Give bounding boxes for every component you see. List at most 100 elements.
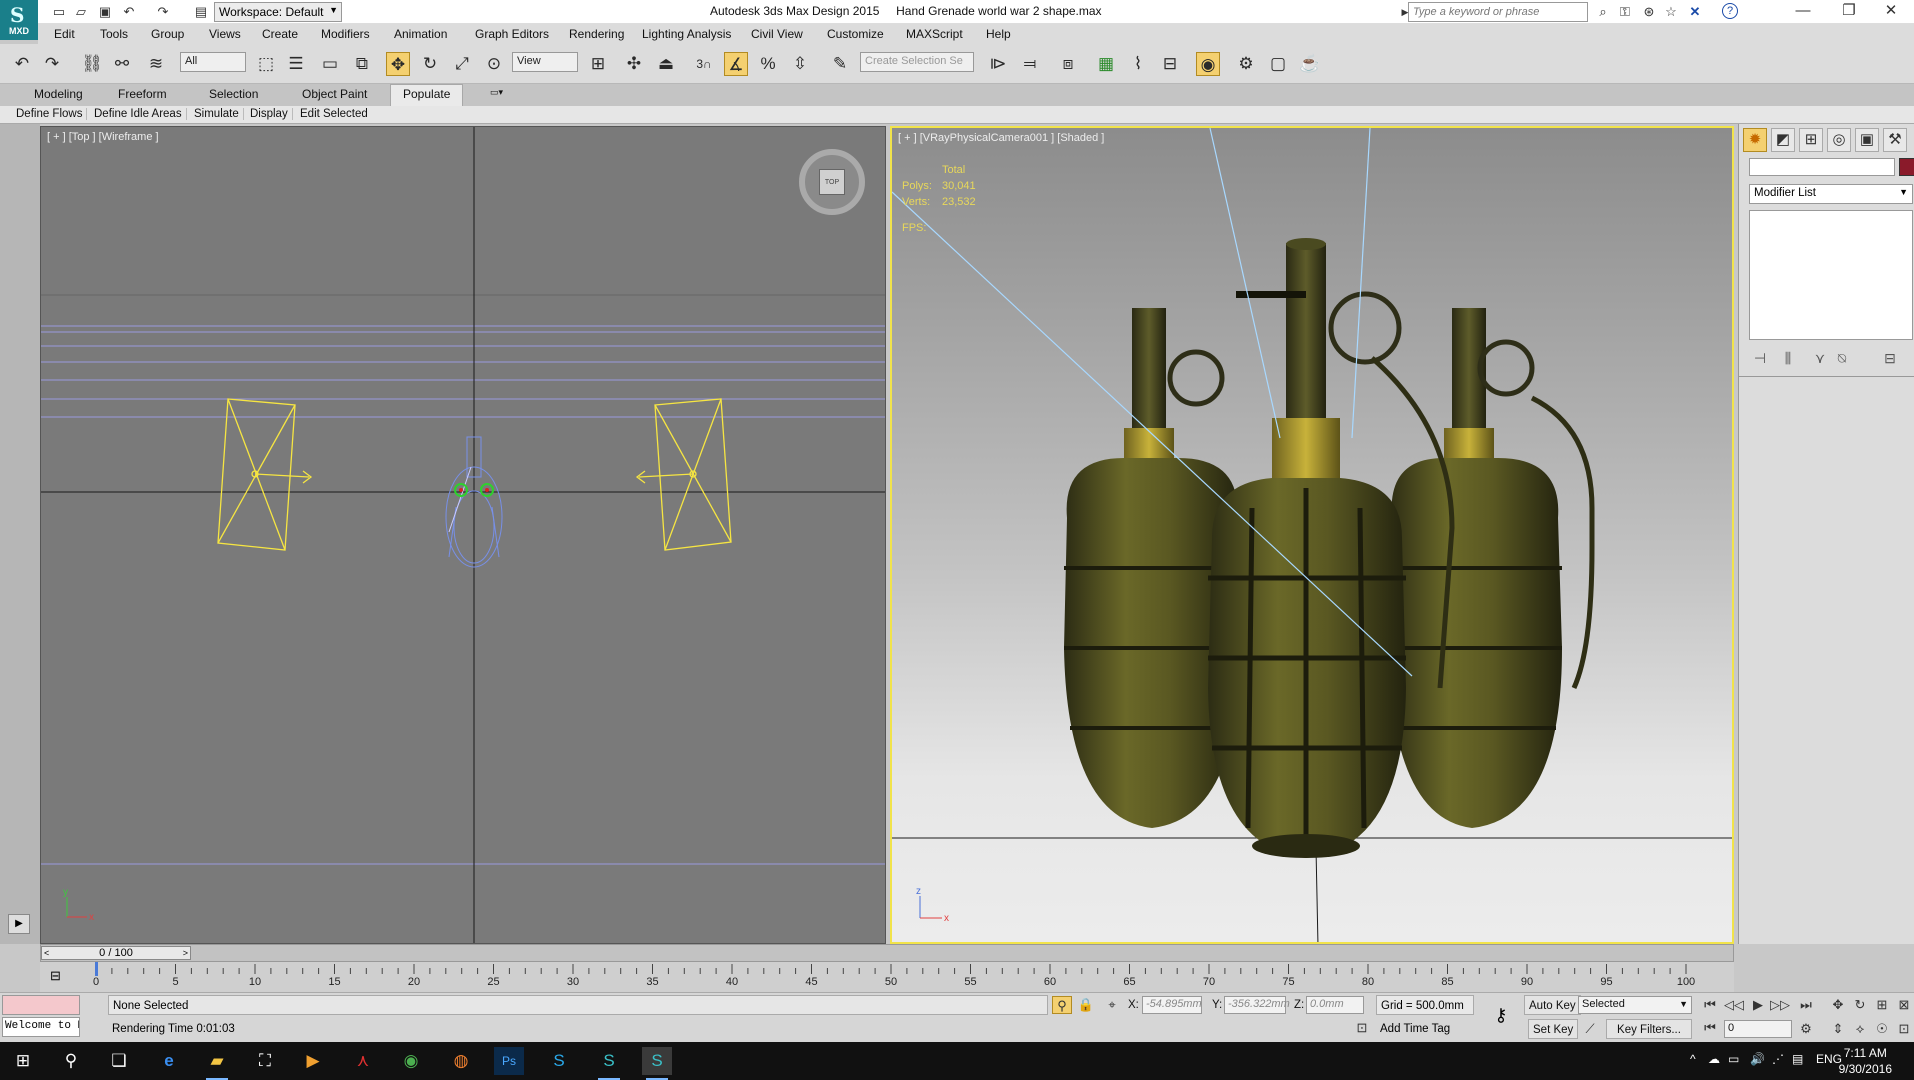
define-flows-button[interactable]: Define Flows (12, 108, 88, 120)
pin-stack-icon[interactable]: ⊣ (1749, 350, 1771, 370)
show-end-result-icon[interactable]: ⫼ (1777, 350, 1799, 370)
menu-create[interactable]: Create (262, 27, 298, 41)
add-time-tag[interactable]: Add Time Tag (1376, 1019, 1454, 1039)
rectangular-selection-icon[interactable]: ▭ (318, 52, 342, 76)
task-view-icon[interactable]: ❏ (104, 1047, 134, 1075)
maxscript-mini-listener-pink[interactable] (2, 995, 80, 1015)
go-to-start-icon[interactable]: ⏮ (1700, 996, 1720, 1014)
orbit-camera-icon[interactable]: ☉ (1872, 1020, 1892, 1038)
new-file-icon[interactable]: ▭ (50, 3, 68, 21)
time-slider-thumb[interactable]: < 0 / 100 > (41, 946, 191, 960)
edge-icon[interactable]: e (154, 1047, 184, 1075)
file-explorer-icon[interactable]: ▰ (202, 1047, 232, 1080)
set-key-mode-icon[interactable]: ⚷ (1486, 1005, 1516, 1029)
object-name-field[interactable] (1749, 158, 1895, 176)
binoculars-icon[interactable]: ⌕ (1594, 3, 1612, 21)
y-coordinate-field[interactable]: -356.322mm (1224, 996, 1290, 1014)
selection-filter-dropdown[interactable]: All (180, 52, 246, 72)
redo-icon[interactable]: ↷ (154, 3, 172, 21)
tab-selection[interactable]: Selection (209, 87, 258, 101)
modify-panel-icon[interactable]: ◩ (1771, 128, 1795, 152)
default-in-out-tangents-icon[interactable]: ⟋ (1580, 1020, 1600, 1038)
current-frame-field[interactable]: 0 (1724, 1020, 1792, 1038)
media-player-icon[interactable]: ▶ (298, 1047, 328, 1075)
save-file-icon[interactable]: ▣ (96, 3, 114, 21)
pan-icon[interactable]: ✥ (1828, 996, 1848, 1014)
placement-icon[interactable]: ⊙ (482, 52, 506, 76)
layer-manager-icon[interactable]: ⧈ (1056, 52, 1080, 76)
tab-populate[interactable]: Populate (390, 84, 464, 106)
menu-animation[interactable]: Animation (394, 27, 447, 41)
help-icon[interactable]: ? (1722, 3, 1738, 19)
menu-customize[interactable]: Customize (827, 27, 884, 41)
simulate-button[interactable]: Simulate (190, 108, 244, 120)
track-bar[interactable]: ⊟ 0 5 10 15 20 25 30 35 40 45 50 55 60 65 70 75 80 85 90 95… (40, 962, 1734, 992)
keyboard-shortcut-override-icon[interactable]: ⏏ (654, 52, 678, 76)
menu-rendering[interactable]: Rendering (569, 27, 624, 41)
select-object-icon[interactable]: ⬚ (254, 52, 278, 76)
key-mode-toggle-icon[interactable]: ⏮ (1700, 1019, 1720, 1037)
onedrive-icon[interactable]: ☁ (1708, 1052, 1720, 1066)
top-viewport-label[interactable]: [ + ] [Top ] [Wireframe ] (47, 131, 159, 143)
material-editor-icon[interactable]: ◉ (1196, 52, 1220, 76)
pivot-center-icon[interactable]: ⊞ (586, 52, 610, 76)
angle-snap-icon[interactable]: ∡ (724, 52, 748, 76)
viewcube-top-face[interactable]: TOP (819, 169, 845, 195)
menu-graph-editors[interactable]: Graph Editors (475, 27, 549, 41)
menu-group[interactable]: Group (151, 27, 184, 41)
select-by-name-icon[interactable]: ☰ (284, 52, 308, 76)
scene-explorer-icon[interactable]: ▦ (1094, 52, 1118, 76)
show-hidden-icons-icon[interactable]: ^ (1690, 1052, 1696, 1066)
menu-help[interactable]: Help (986, 27, 1011, 41)
camera-viewport-label[interactable]: [ + ] [VRayPhysicalCamera001 ] [Shaded ] (898, 132, 1104, 144)
edit-selected-button[interactable]: Edit Selected (296, 108, 372, 120)
go-to-end-icon[interactable]: ⏭ (1796, 996, 1816, 1014)
zoom-extents-icon[interactable]: ⊞ (1872, 996, 1892, 1014)
photoshop-icon[interactable]: Ps (494, 1047, 524, 1075)
battery-icon[interactable]: ▭ (1728, 1052, 1739, 1066)
selection-lock-icon[interactable]: 🔒 (1076, 996, 1096, 1014)
search-input[interactable]: Type a keyword or phrase (1408, 2, 1588, 22)
move-icon[interactable]: ✥ (386, 52, 410, 76)
menu-maxscript[interactable]: MAXScript (906, 27, 963, 41)
display-button[interactable]: Display (246, 108, 293, 120)
menu-modifiers[interactable]: Modifiers (321, 27, 370, 41)
minimize-icon[interactable]: — (1780, 0, 1826, 24)
firefox-icon[interactable]: ◍ (446, 1047, 476, 1075)
restore-icon[interactable]: ❐ (1826, 0, 1872, 24)
top-viewport[interactable]: y x [ + ] [Top ] [Wireframe ] TOP (40, 126, 886, 944)
absolute-mode-icon[interactable]: ⌖ (1102, 996, 1122, 1014)
select-manipulate-icon[interactable]: ✣ (622, 52, 646, 76)
favorites-icon[interactable]: ☆ (1662, 3, 1680, 21)
orbit-icon[interactable]: ↻ (1850, 996, 1870, 1014)
next-frame-icon[interactable]: ▷▷ (1770, 996, 1790, 1014)
configure-modifier-sets-icon[interactable]: ⊟ (1879, 350, 1901, 370)
object-color-swatch[interactable] (1899, 158, 1914, 176)
subscription-icon[interactable]: ⊛ (1640, 3, 1658, 21)
create-panel-icon[interactable]: ✹ (1743, 128, 1767, 152)
key-mode-dropdown[interactable]: Selected ▼ (1578, 996, 1692, 1014)
tab-object-paint[interactable]: Object Paint (302, 87, 367, 101)
utilities-panel-icon[interactable]: ⚒ (1883, 128, 1907, 152)
camera-viewport[interactable]: z x [ + ] [VRayPhysicalCamera001 ] [Shad… (890, 126, 1734, 944)
percent-snap-icon[interactable]: % (756, 52, 780, 76)
expand-layout-icon[interactable]: ▶ (8, 914, 30, 934)
dolly-icon[interactable]: ⇕ (1828, 1020, 1848, 1038)
open-file-icon[interactable]: ▱ (72, 3, 90, 21)
workspace-dropdown[interactable]: Workspace: Default ▼ (214, 2, 342, 22)
snaps-toggle-icon[interactable]: 3∩ (692, 52, 716, 76)
motion-panel-icon[interactable]: ◎ (1827, 128, 1851, 152)
schematic-view-icon[interactable]: ⊟ (1158, 52, 1182, 76)
volume-icon[interactable]: 🔊 (1750, 1052, 1765, 1066)
viewcube[interactable]: TOP (799, 149, 865, 215)
make-unique-icon[interactable]: ⋎ (1809, 350, 1831, 370)
acrobat-icon[interactable]: ⋏ (348, 1047, 378, 1075)
isolate-selection-icon[interactable]: ⚲ (1052, 996, 1072, 1014)
z-coordinate-field[interactable]: 0.0mm (1306, 996, 1364, 1014)
clock[interactable]: 7:11 AM 9/30/2016 (1839, 1045, 1892, 1077)
unlink-icon[interactable]: ⚯ (110, 52, 134, 76)
rotate-icon[interactable]: ↻ (418, 52, 442, 76)
auto-key-button[interactable]: Auto Key (1524, 995, 1581, 1015)
bind-space-warp-icon[interactable]: ≋ (144, 52, 168, 76)
menu-civil-view[interactable]: Civil View (751, 27, 803, 41)
